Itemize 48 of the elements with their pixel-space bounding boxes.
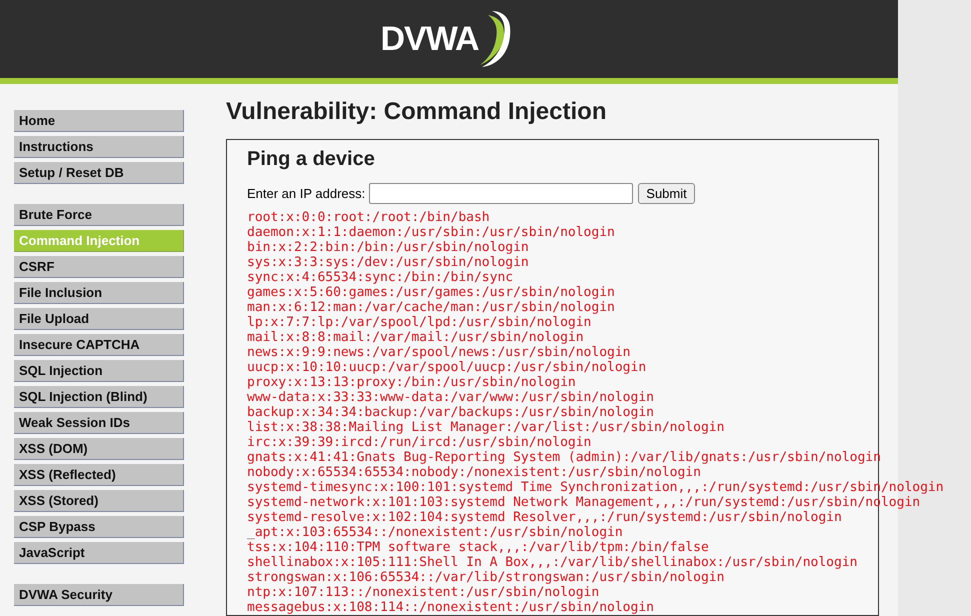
logo-text: DVWA xyxy=(380,22,478,56)
sidebar-item[interactable]: Instructions xyxy=(14,136,184,158)
panel-title: Ping a device xyxy=(247,147,376,171)
output-line: daemon:x:1:1:daemon:/usr/sbin:/usr/sbin/nologin xyxy=(247,225,615,240)
sidebar-item[interactable]: Home xyxy=(14,110,184,132)
sidebar-item[interactable]: SQL Injection xyxy=(14,360,184,382)
output-line: systemd-resolve:x:102:104:systemd Resolver,,,:/run/systemd:/usr/sbin/nologin xyxy=(247,510,842,525)
output-line: mail:x:8:8:mail:/var/mail:/usr/sbin/nologin xyxy=(247,330,584,345)
sidebar-item[interactable]: XSS (Stored) xyxy=(14,490,184,512)
output-line: man:x:6:12:man:/var/cache/man:/usr/sbin/nologin xyxy=(247,300,615,315)
output-line: _apt:x:103:65534::/nonexistent:/usr/sbin/nologin xyxy=(247,525,623,540)
page-title: Vulnerability: Command Injection xyxy=(226,97,608,127)
output-line: root:x:0:0:root:/root:/bin/bash xyxy=(247,210,490,225)
sidebar-item[interactable]: Brute Force xyxy=(14,204,184,226)
logo-swoosh-icon xyxy=(480,9,512,69)
field-label: Enter an IP address: xyxy=(247,184,366,203)
output-line: sync:x:4:65534:sync:/bin:/bin/sync xyxy=(247,270,514,285)
output-line: www-data:x:33:33:www-data:/var/www:/usr/sbin/nologin xyxy=(247,390,654,405)
output-line: proxy:x:13:13:proxy:/bin:/usr/sbin/nologin xyxy=(247,375,576,390)
output-line: news:x:9:9:news:/var/spool/news:/usr/sbin/nologin xyxy=(247,345,631,360)
output-line: messagebus:x:108:114::/nonexistent:/usr/sbin/nologin xyxy=(247,600,654,615)
sidebar-item[interactable]: SQL Injection (Blind) xyxy=(14,386,184,408)
sidebar-item[interactable]: File Inclusion xyxy=(14,282,184,304)
output-line: uucp:x:10:10:uucp:/var/spool/uucp:/usr/sbin/nologin xyxy=(247,360,646,375)
ip-address-field[interactable] xyxy=(369,183,634,204)
sidebar-item[interactable]: DVWA Security xyxy=(14,584,184,606)
output-line: lp:x:7:7:lp:/var/spool/lpd:/usr/sbin/nologin xyxy=(247,315,592,330)
output-line: backup:x:34:34:backup:/var/backups:/usr/sbin/nologin xyxy=(247,405,654,420)
output-line: sys:x:3:3:sys:/dev:/usr/sbin/nologin xyxy=(247,255,529,270)
output-line: irc:x:39:39:ircd:/run/ircd:/usr/sbin/nologin xyxy=(247,435,592,450)
sidebar-item[interactable]: Setup / Reset DB xyxy=(14,162,184,184)
output-line: games:x:5:60:games:/usr/games:/usr/sbin/nologin xyxy=(247,285,615,300)
sidebar-item[interactable]: CSRF xyxy=(14,256,184,278)
sidebar-item[interactable]: Weak Session IDs xyxy=(14,412,184,434)
output-line: ntp:x:107:113::/nonexistent:/usr/sbin/nologin xyxy=(247,585,600,600)
sidebar-item[interactable]: File Upload xyxy=(14,308,184,330)
sidebar-item[interactable]: Insecure CAPTCHA xyxy=(14,334,184,356)
sidebar-item[interactable]: XSS (DOM) xyxy=(14,438,184,460)
output-line: list:x:38:38:Mailing List Manager:/var/list:/usr/sbin/nologin xyxy=(247,420,724,435)
sidebar-item[interactable]: CSP Bypass xyxy=(14,516,184,538)
output-line: tss:x:104:110:TPM software stack,,,:/var/lib/tpm:/bin/false xyxy=(247,540,709,555)
sidebar-item[interactable]: XSS (Reflected) xyxy=(14,464,184,486)
output-line: bin:x:2:2:bin:/bin:/usr/sbin/nologin xyxy=(247,240,529,255)
output-line: shellinabox:x:105:111:Shell In A Box,,,:/var/lib/shellinabox:/usr/sbin/nologin xyxy=(247,555,858,570)
sidebar-item[interactable]: JavaScript xyxy=(14,542,184,564)
output-line: strongswan:x:106:65534::/var/lib/strongswan:/usr/sbin/nologin xyxy=(247,570,724,585)
output-line: nobody:x:65534:65534:nobody:/nonexistent:/usr/sbin/nologin xyxy=(247,465,701,480)
submit-button[interactable]: Submit xyxy=(638,183,695,204)
